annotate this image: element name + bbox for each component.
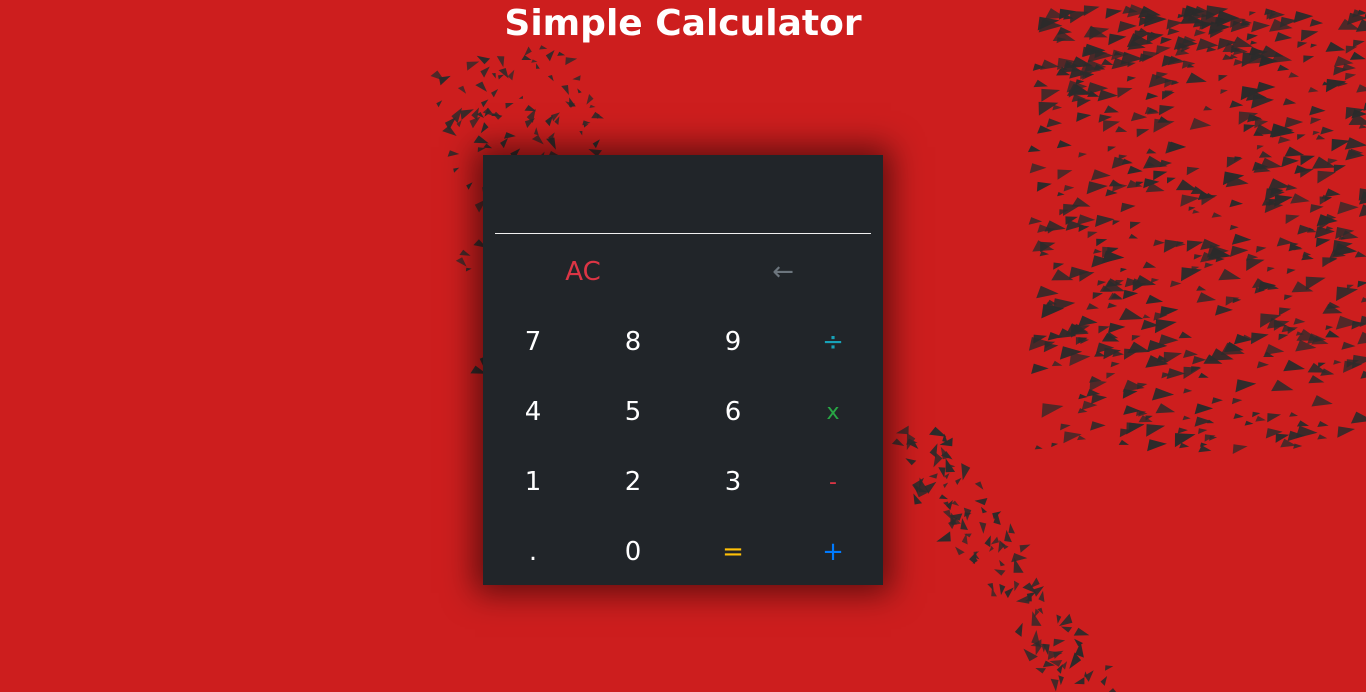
digit-2-button[interactable]: 2 bbox=[583, 447, 683, 517]
digit-8-button[interactable]: 8 bbox=[583, 307, 683, 377]
calculator-panel: AC ← 7 8 9 ÷ 4 5 6 x 1 2 3 - . 0 = + bbox=[483, 155, 883, 585]
digit-5-button[interactable]: 5 bbox=[583, 377, 683, 447]
clear-button[interactable]: AC bbox=[483, 237, 683, 307]
digit-0-button[interactable]: 0 bbox=[583, 517, 683, 587]
digit-6-button[interactable]: 6 bbox=[683, 377, 783, 447]
digit-1-button[interactable]: 1 bbox=[483, 447, 583, 517]
keypad-row: 1 2 3 - bbox=[483, 447, 883, 517]
keypad-row: 4 5 6 x bbox=[483, 377, 883, 447]
decimal-button[interactable]: . bbox=[483, 517, 583, 587]
digit-7-button[interactable]: 7 bbox=[483, 307, 583, 377]
page-title: Simple Calculator bbox=[504, 3, 862, 44]
keypad-row: . 0 = + bbox=[483, 517, 883, 587]
keypad-row-controls: AC ← bbox=[483, 237, 883, 307]
digit-3-button[interactable]: 3 bbox=[683, 447, 783, 517]
add-button[interactable]: + bbox=[783, 517, 883, 587]
multiply-button[interactable]: x bbox=[783, 377, 883, 447]
digit-4-button[interactable]: 4 bbox=[483, 377, 583, 447]
equals-button[interactable]: = bbox=[683, 517, 783, 587]
digit-9-button[interactable]: 9 bbox=[683, 307, 783, 377]
backspace-button[interactable]: ← bbox=[683, 237, 883, 307]
keypad-row: 7 8 9 ÷ bbox=[483, 307, 883, 377]
calculator-display bbox=[495, 165, 871, 233]
subtract-button[interactable]: - bbox=[783, 447, 883, 517]
divide-button[interactable]: ÷ bbox=[783, 307, 883, 377]
display-divider bbox=[495, 233, 871, 234]
